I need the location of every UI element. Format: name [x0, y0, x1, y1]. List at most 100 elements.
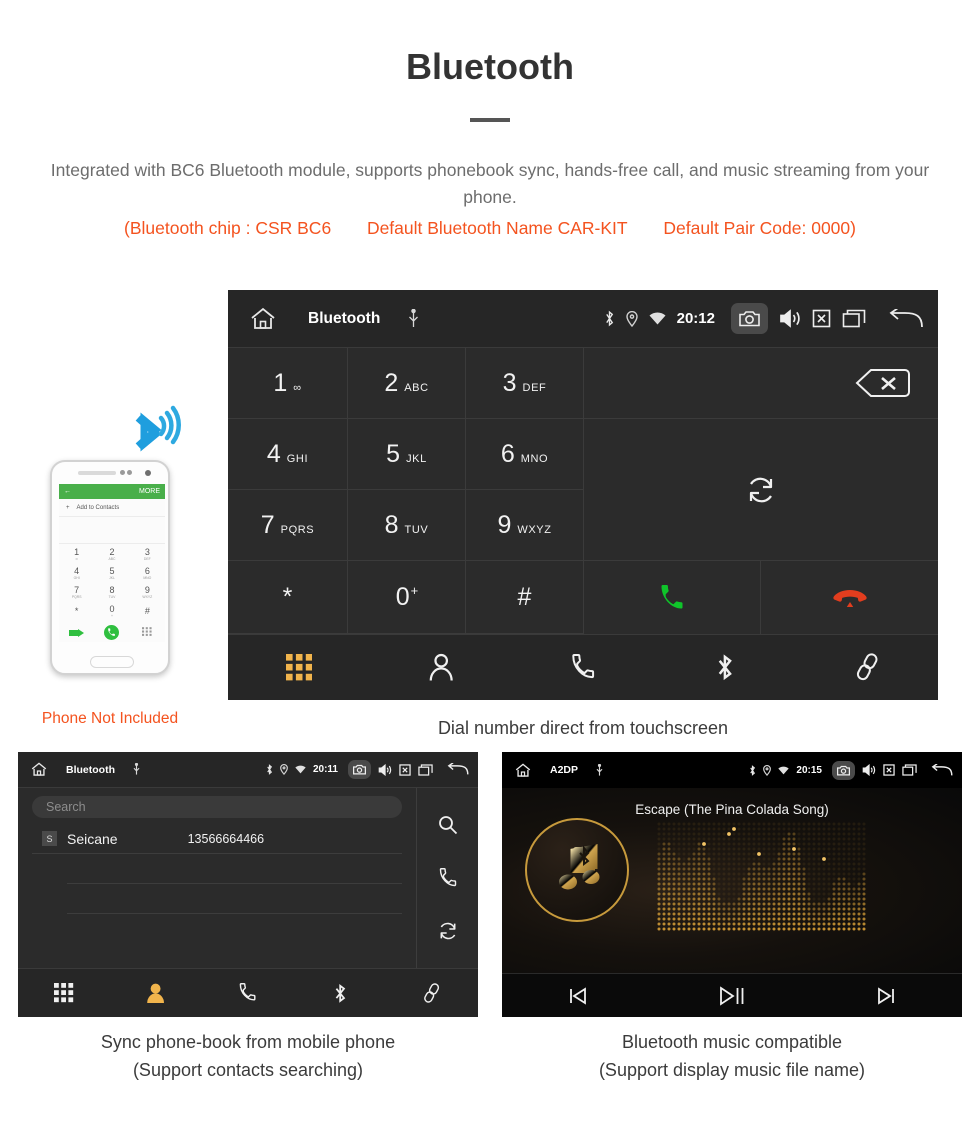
- dial-key-digit: 2: [384, 368, 399, 397]
- play-pause-icon[interactable]: [718, 985, 746, 1007]
- wifi-icon: [778, 766, 790, 775]
- tab-keypad[interactable]: [18, 983, 110, 1003]
- back-icon[interactable]: [931, 763, 953, 777]
- volume-icon[interactable]: [862, 764, 876, 776]
- recents-icon[interactable]: [902, 764, 917, 776]
- table-row[interactable]: S Seicane 13566664466: [32, 824, 402, 854]
- home-icon[interactable]: [250, 307, 276, 331]
- tab-call-log[interactable]: [202, 983, 294, 1002]
- phone-add-contact-label: Add to Contacts: [76, 504, 120, 511]
- dial-key-0[interactable]: 0 +: [348, 561, 466, 634]
- dial-key-star[interactable]: *: [228, 561, 348, 634]
- song-title: Escape (The Pina Colada Song): [635, 802, 829, 817]
- tab-bluetooth[interactable]: [654, 653, 796, 682]
- person-icon: [146, 983, 165, 1004]
- dial-key-digit: 8: [384, 510, 399, 539]
- dial-key-1[interactable]: 1 ∞: [228, 348, 348, 419]
- dial-key-letters: MNO: [520, 453, 549, 465]
- contact-number: 13566664466: [187, 831, 265, 846]
- dial-key-7[interactable]: 7 PQRS: [228, 490, 348, 561]
- page-subtitle: Integrated with BC6 Bluetooth module, su…: [50, 160, 930, 207]
- home-icon[interactable]: [515, 762, 531, 778]
- back-icon[interactable]: [888, 308, 924, 329]
- tab-contacts[interactable]: [370, 653, 512, 682]
- music-caption-line1: Bluetooth music compatible: [621, 1032, 843, 1052]
- dial-key-4[interactable]: 4 GHI: [228, 419, 348, 490]
- phone-key-digit: 9: [144, 584, 150, 595]
- dial-key-8[interactable]: 8 TUV: [348, 490, 466, 561]
- usb-icon: [596, 763, 603, 777]
- person-icon: [428, 653, 454, 682]
- handset-icon[interactable]: [438, 868, 458, 888]
- previous-icon[interactable]: [567, 986, 589, 1006]
- tab-call-log[interactable]: [512, 654, 654, 680]
- music-caption: Bluetooth music compatible (Support disp…: [502, 1028, 962, 1084]
- volume-icon[interactable]: [378, 763, 392, 776]
- phone-key-digit: 2: [109, 546, 115, 557]
- mute-icon[interactable]: [883, 764, 895, 776]
- tab-keypad[interactable]: [228, 654, 370, 681]
- table-row-empty: [67, 854, 402, 884]
- location-icon: [763, 764, 772, 776]
- phonebook-status-title: Bluetooth: [66, 763, 115, 776]
- sync-icon[interactable]: [438, 921, 458, 941]
- dial-key-2[interactable]: 2 ABC: [348, 348, 466, 419]
- search-input[interactable]: Search: [32, 796, 402, 818]
- dial-key-3[interactable]: 3 DEF: [466, 348, 584, 419]
- phone-key-star: *: [59, 601, 94, 620]
- tab-pair[interactable]: [796, 653, 938, 682]
- dial-key-9[interactable]: 9 WXYZ: [466, 490, 584, 561]
- phone-sensor: [120, 470, 125, 475]
- home-icon[interactable]: [31, 762, 47, 777]
- search-icon[interactable]: [438, 815, 458, 835]
- phone-key-digit: 3: [144, 546, 150, 557]
- phone-earpiece: [78, 471, 116, 475]
- phone-key-letters: ∞: [75, 556, 78, 561]
- phone-key-digit: 5: [109, 565, 115, 576]
- link-icon: [854, 653, 880, 682]
- tab-contacts[interactable]: [110, 983, 202, 1004]
- phone-key-letters: JKL: [109, 575, 115, 580]
- phone-sim-icon: [68, 628, 85, 638]
- end-call-button[interactable]: [761, 561, 938, 634]
- dial-key-digit: 1: [273, 368, 288, 397]
- tab-bluetooth[interactable]: [294, 983, 386, 1004]
- phone-key-2: 2 ABC: [94, 544, 129, 563]
- phone-sensor-2: [127, 470, 132, 475]
- dial-key-5[interactable]: 5 JKL: [348, 419, 466, 490]
- camera-icon[interactable]: [731, 303, 768, 334]
- mute-icon[interactable]: [399, 763, 411, 776]
- dial-key-digit: *: [282, 582, 293, 611]
- recents-icon[interactable]: [842, 309, 866, 328]
- phone-key-letters: TUV: [108, 594, 116, 599]
- next-icon[interactable]: [875, 986, 897, 1006]
- link-icon: [422, 982, 441, 1004]
- dial-key-6[interactable]: 6 MNO: [466, 419, 584, 490]
- call-button[interactable]: [584, 561, 761, 634]
- tab-pair[interactable]: [386, 982, 478, 1004]
- phone-key-letters: PQRS: [71, 594, 82, 599]
- mute-icon[interactable]: [812, 309, 831, 328]
- phone-home-button: [90, 656, 134, 668]
- plus-icon: +: [66, 504, 70, 511]
- dialer-keypad: #0 + * 9 WXYZ 8 TUV 7 PQRS 6 MNO 5 JKL 4 GHI 3 DEF 2 ABC 1 ∞: [228, 348, 938, 634]
- dialer-tab-bar: [228, 634, 938, 700]
- dial-key-hash[interactable]: #: [466, 561, 584, 634]
- back-icon[interactable]: [447, 763, 469, 776]
- phone-keypad: 1 ∞ 2 ABC 3 DEF 4 GHI 5 JKL 6 MNO 7 PQRS 8 TUV 9 WXYZ * 0 + #: [59, 544, 165, 620]
- camera-icon[interactable]: [832, 760, 855, 780]
- bluetooth-wave-graphic: [120, 400, 190, 452]
- camera-icon[interactable]: [348, 760, 371, 779]
- backspace-button[interactable]: [584, 348, 938, 419]
- album-art: [525, 818, 629, 922]
- phone-key-letters: GHI: [73, 575, 80, 580]
- recents-icon[interactable]: [418, 763, 433, 776]
- contact-name: Seicane: [67, 830, 118, 847]
- phone-screen: ← MORE + Add to Contacts 1 ∞ 2 ABC 3 DEF 4 GHI 5…: [59, 484, 165, 642]
- volume-icon[interactable]: [779, 309, 801, 328]
- music-player-body: Escape (The Pina Colada Song): [502, 788, 962, 973]
- bluetooth-icon: [333, 983, 347, 1004]
- sync-button[interactable]: [584, 419, 938, 561]
- music-caption-line2: (Support display music file name): [598, 1060, 866, 1080]
- phone-key-7: 7 PQRS: [59, 582, 94, 601]
